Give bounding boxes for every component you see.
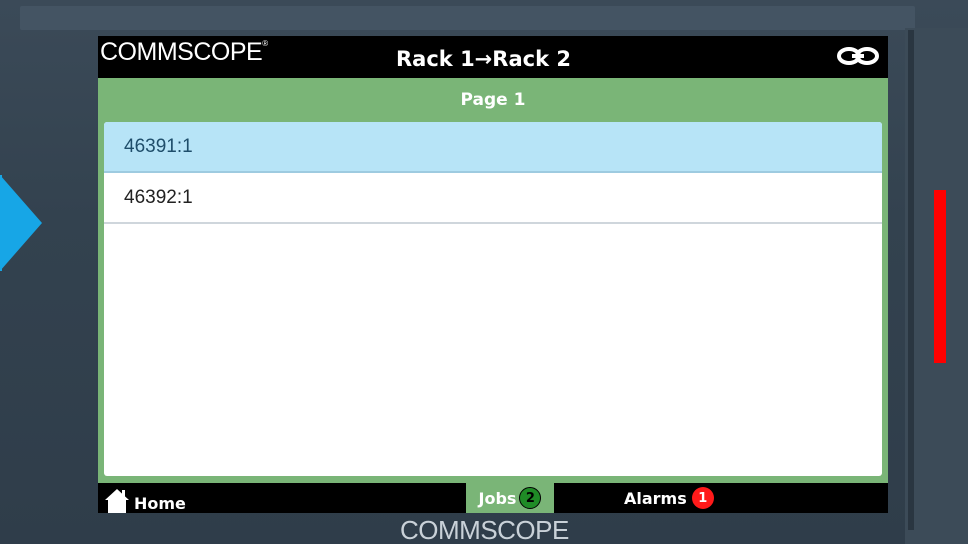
port-list: 46391:1 46392:1 [104,122,882,476]
page-indicator: Page 1 [98,78,888,122]
link-icon[interactable] [834,44,882,68]
header-bar: COMMSCOPE® Rack 1→Rack 2 [98,36,888,78]
footer-bar: Home Jobs 2 Alarms 1 [98,483,888,513]
list-item-label: 46392:1 [124,186,193,208]
device-logo: COMMSCOPE [400,515,569,544]
next-arrow-icon[interactable] [0,175,42,271]
list-item-label: 46391:1 [124,135,193,157]
page-label: Page 1 [460,90,526,110]
bezel-top [20,6,915,30]
commscope-logo: COMMSCOPE® [100,38,268,66]
page-title: Rack 1→Rack 2 [396,47,571,71]
alarms-count-badge: 1 [691,487,714,509]
list-item[interactable]: 46391:1 [104,122,882,173]
jobs-label: Jobs [478,488,517,508]
alarms-label: Alarms [624,488,687,508]
home-label: Home [134,494,186,513]
list-item[interactable]: 46392:1 [104,173,882,224]
alarms-tab[interactable]: Alarms 1 [624,483,714,513]
screen: COMMSCOPE® Rack 1→Rack 2 Page 1 46391:1 … [98,36,888,513]
home-icon [105,489,129,513]
status-indicator-bar [934,190,946,363]
home-button[interactable]: Home [104,485,186,513]
bezel-divider [908,30,914,530]
device-frame: COMMSCOPE® Rack 1→Rack 2 Page 1 46391:1 … [0,0,968,544]
jobs-count-badge: 2 [519,487,542,509]
jobs-tab[interactable]: Jobs 2 [466,483,554,513]
